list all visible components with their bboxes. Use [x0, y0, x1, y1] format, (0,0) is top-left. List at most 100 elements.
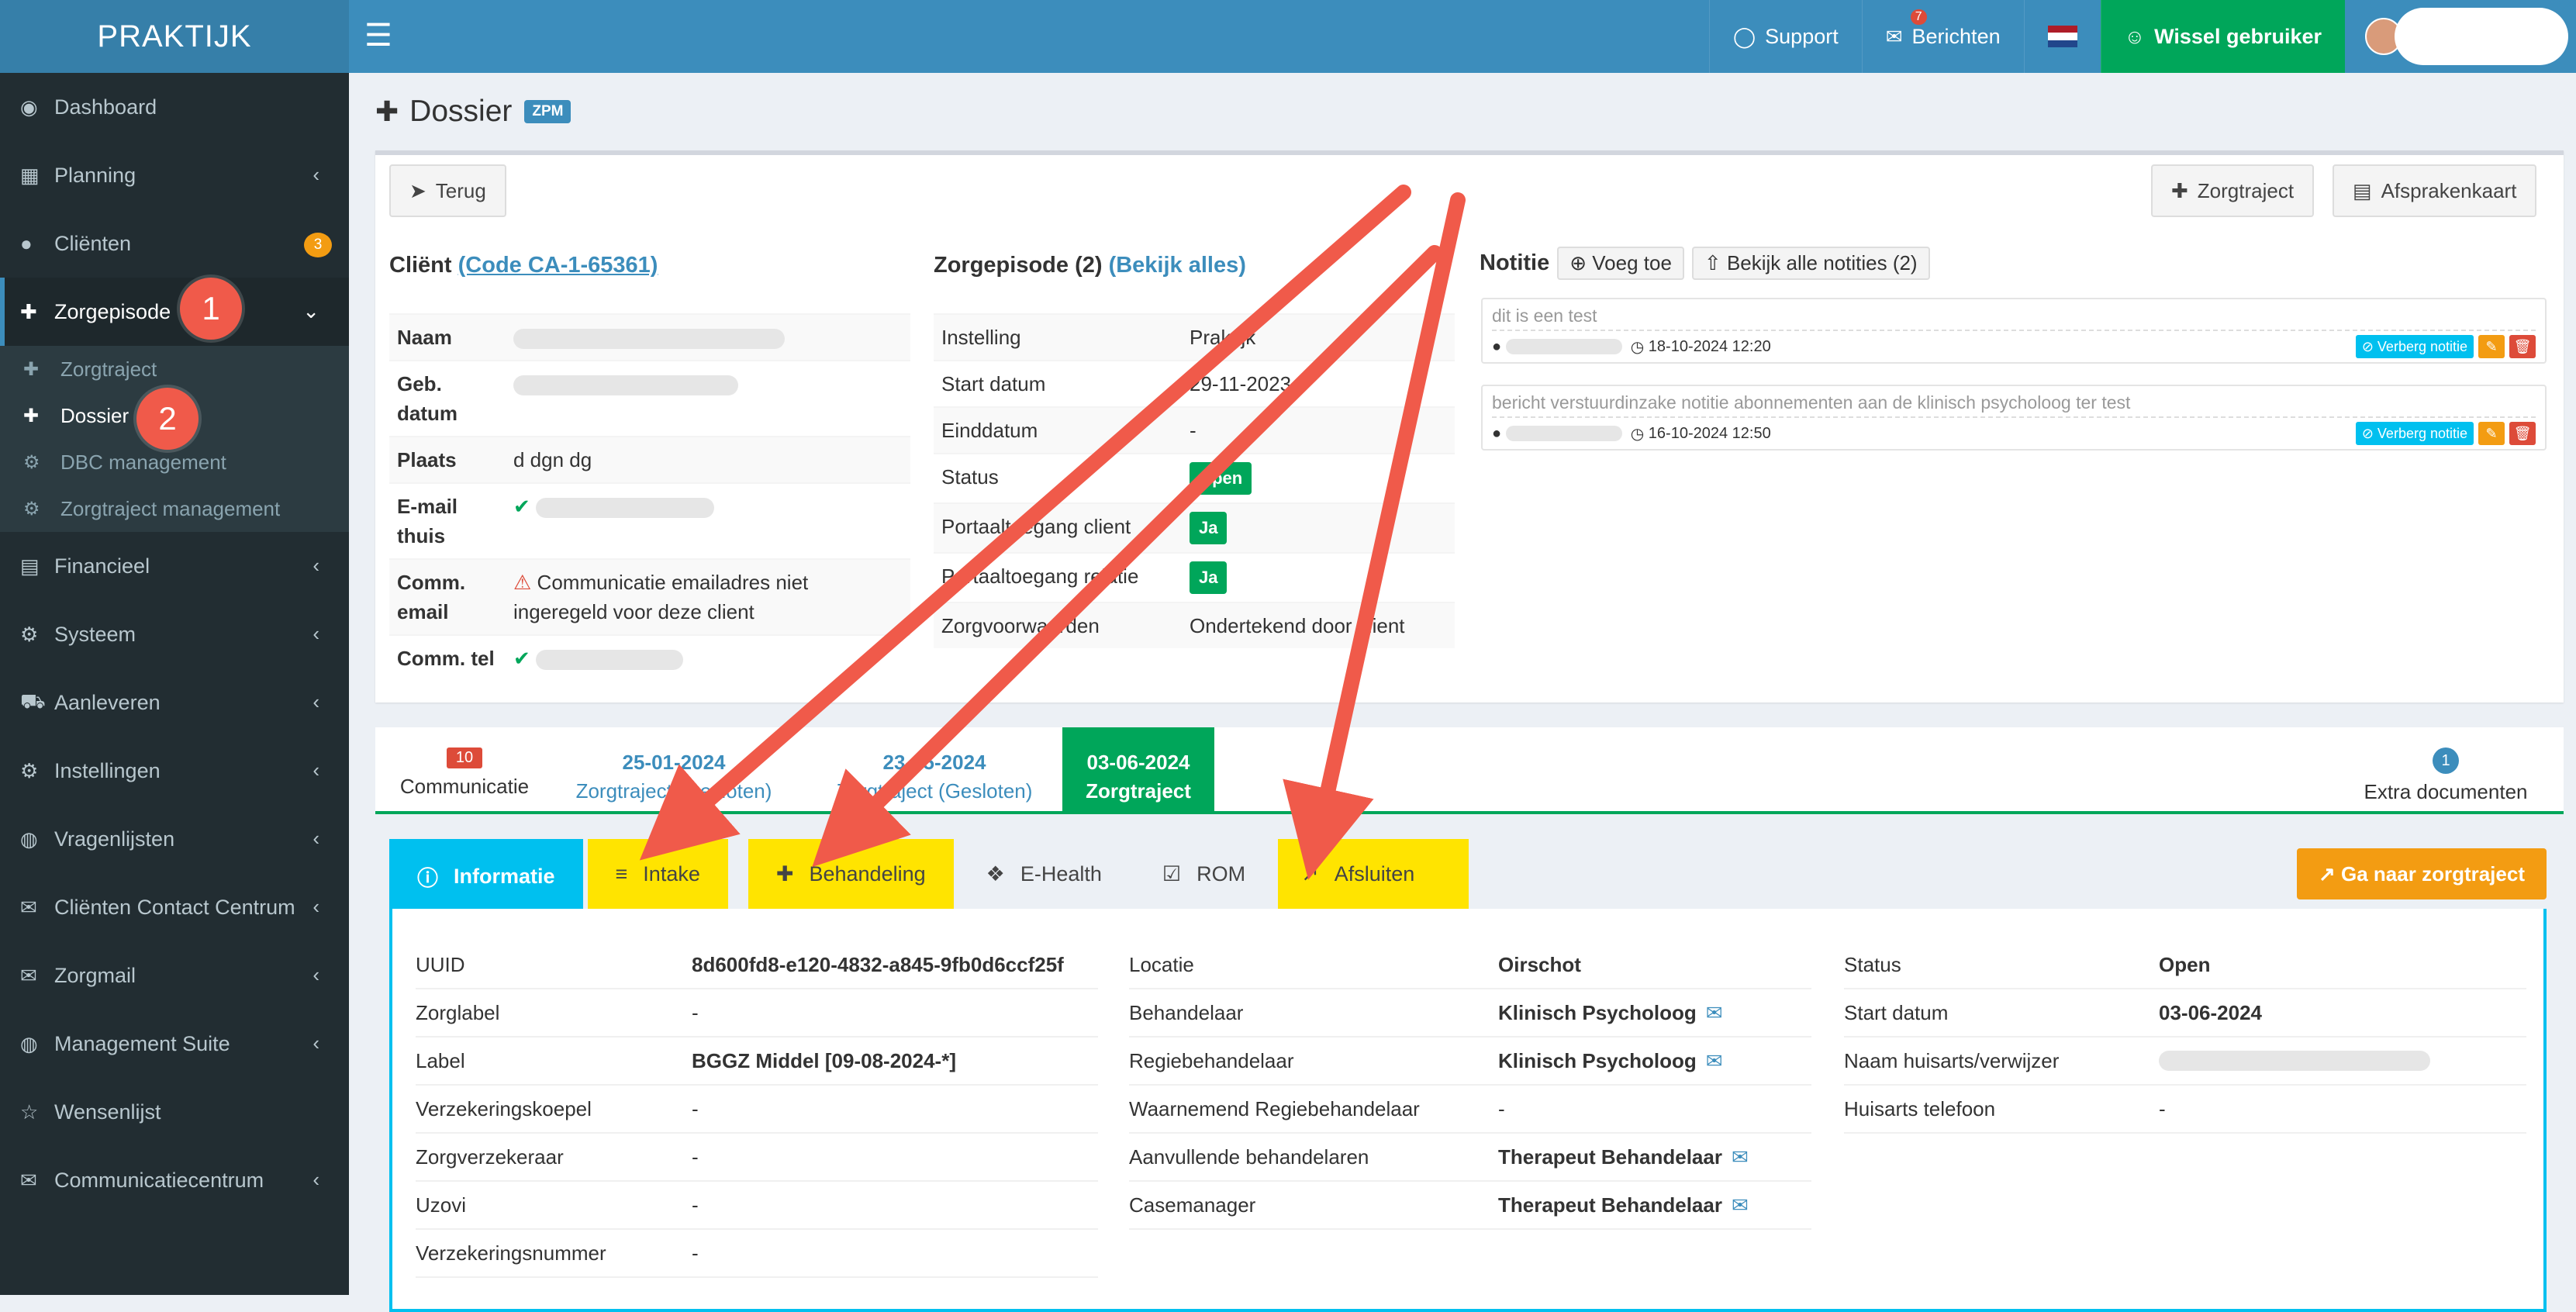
episode-view-all-link[interactable]: (Bekijk alles): [1109, 253, 1246, 278]
back-label: Terug: [435, 178, 486, 202]
add-note-button[interactable]: ⊕ Voeg toe: [1557, 247, 1684, 280]
sidebar: ◉ Dashboard ▦ Planning ‹ ● Cliënten 3 ✚ Zorgep…: [0, 73, 349, 1295]
delete-note-icon[interactable]: 🗑: [2509, 335, 2536, 358]
sidebar-item-label: Wensenlijst: [54, 1100, 161, 1124]
row-value: 29-11-2023: [1190, 372, 1292, 395]
sidebar-item-zorgmail[interactable]: ✉ Zorgmail ‹: [0, 941, 349, 1010]
language-selector[interactable]: [2023, 0, 2101, 73]
chevron-left-icon: ‹: [313, 963, 319, 986]
afsprakenkaart-button[interactable]: ▤ Afsprakenkaart: [2333, 164, 2537, 217]
episode-title-text: Zorgepisode (2): [934, 253, 1103, 278]
delete-note-icon[interactable]: 🗑: [2509, 422, 2536, 445]
menu-toggle-icon[interactable]: ☰: [364, 17, 392, 54]
envelope-icon: ✉: [1885, 24, 1903, 48]
tab-intake[interactable]: ≡ Intake: [587, 839, 728, 909]
view-all-notes-button[interactable]: ⇧ Bekijk alle notities (2): [1691, 247, 1930, 280]
sidebar-item-wensenlijst[interactable]: ☆ Wensenlijst: [0, 1078, 349, 1146]
info-row: Verzekeringsnummer -: [416, 1230, 1098, 1278]
tab-label: Informatie: [454, 864, 555, 888]
sidebar-item-clienten[interactable]: ● Cliënten 3: [0, 209, 349, 278]
tab-informatie[interactable]: ⓘ Informatie: [389, 839, 583, 909]
calendar-icon: ▦: [20, 163, 40, 187]
sidebar-subitem-zorgtraject[interactable]: ✚ Zorgtraject: [0, 346, 349, 392]
zorgtraject-button[interactable]: ✚ Zorgtraject: [2151, 164, 2315, 217]
tab-label: Communicatie: [399, 775, 530, 798]
edit-note-icon[interactable]: ✎: [2478, 335, 2505, 358]
clock-icon: ◷: [1630, 338, 1645, 356]
row-value: Praktijk: [1190, 326, 1256, 349]
tab-zorgtraject-2024-05-23[interactable]: 23-05-2024 Zorgtraject (Gesloten): [830, 727, 1039, 814]
info-row: Start datum 03-06-2024: [1844, 989, 2526, 1038]
note-text: bericht verstuurdinzake notitie abonneme…: [1492, 392, 2131, 413]
envelope-icon[interactable]: ✉: [1706, 1001, 1723, 1025]
table-row: Plaats d dgn dg: [389, 436, 910, 482]
sidebar-item-instellingen[interactable]: ⚙ Instellingen ‹: [0, 737, 349, 805]
sidebar-item-financieel[interactable]: ▤ Financieel ‹: [0, 532, 349, 600]
info-value: -: [692, 1241, 699, 1265]
info-row: Casemanager Therapeut Behandelaar ✉: [1129, 1182, 1811, 1230]
go-to-zorgtraject-button[interactable]: ↗ Ga naar zorgtraject: [2297, 848, 2547, 899]
info-key: Waarnemend Regiebehandelaar: [1129, 1096, 1420, 1120]
user-icon: ●: [20, 231, 33, 255]
view-all-notes-label: Bekijk alle notities (2): [1726, 251, 1918, 274]
tab-behandeling[interactable]: ✚ Behandeling: [748, 839, 954, 909]
client-code-link[interactable]: (Code CA-1-65361): [458, 253, 658, 278]
sidebar-item-label: Systeem: [54, 622, 136, 646]
tab-rom[interactable]: ☑ ROM: [1134, 839, 1273, 909]
info-row: Huisarts telefoon -: [1844, 1086, 2526, 1134]
berichten-link[interactable]: ✉ 7 Berichten: [1861, 0, 2024, 73]
support-link[interactable]: ◯ Support: [1709, 0, 1862, 73]
hide-note-button[interactable]: ⊘ Verberg notitie: [2355, 422, 2474, 445]
info-row: Verzekeringskoepel -: [416, 1086, 1098, 1134]
edit-note-icon[interactable]: ✎: [2478, 422, 2505, 445]
switch-user-label: Wissel gebruiker: [2154, 24, 2322, 48]
info-row: Zorgverzekeraar -: [416, 1134, 1098, 1182]
add-note-label: Voeg toe: [1592, 251, 1672, 274]
switch-user-button[interactable]: ☺ Wissel gebruiker: [2100, 0, 2345, 73]
table-row: Einddatum -: [934, 406, 1455, 453]
sidebar-item-management-suite[interactable]: ◍ Management Suite ‹: [0, 1010, 349, 1078]
sidebar-item-label: Management Suite: [54, 1031, 230, 1055]
dutch-flag-icon: [2047, 26, 2077, 47]
row-key: Comm. email: [397, 571, 466, 623]
top-nav-right: ◯ Support ✉ 7 Berichten ☺ Wissel gebruiker: [1709, 0, 2576, 73]
chevron-left-icon: ‹: [313, 758, 319, 782]
sidebar-item-communicatiecentrum[interactable]: ✉ Communicatiecentrum ‹: [0, 1146, 349, 1214]
sidebar-item-systeem[interactable]: ⚙ Systeem ‹: [0, 600, 349, 668]
sidebar-item-clienten-contact-centrum[interactable]: ✉ Cliënten Contact Centrum ‹: [0, 873, 349, 941]
envelope-icon[interactable]: ✉: [1706, 1049, 1723, 1073]
info-key: Behandelaar: [1129, 1000, 1244, 1024]
tab-zorgtraject-2024-06-03[interactable]: 03-06-2024 Zorgtraject: [1062, 727, 1214, 814]
row-key: Status: [941, 465, 999, 489]
tab-communicatie[interactable]: 10 Communicatie: [375, 727, 554, 814]
globe-icon: ◍: [20, 827, 38, 851]
sidebar-subitem-zorgtraject-management[interactable]: ⚙ Zorgtraject management: [0, 485, 349, 532]
info-row: Zorglabel -: [416, 989, 1098, 1038]
sidebar-item-aanleveren[interactable]: ⛟ Aanleveren ‹: [0, 668, 349, 737]
back-button[interactable]: ➤ Terug: [389, 164, 506, 217]
tab-afsluiten[interactable]: ↗ Afsluiten: [1278, 839, 1469, 909]
user-menu[interactable]: [2345, 0, 2576, 73]
envelope-icon[interactable]: ✉: [1732, 1145, 1749, 1169]
tab-e-health[interactable]: ❖ E-Health: [958, 839, 1130, 909]
logo[interactable]: PRAKTIJK: [0, 0, 349, 73]
hide-note-button[interactable]: ⊘ Verberg notitie: [2355, 335, 2474, 358]
sidebar-item-zorgepisode[interactable]: ✚ Zorgepisode ⌄: [0, 278, 349, 346]
sidebar-item-vragenlijsten[interactable]: ◍ Vragenlijsten ‹: [0, 805, 349, 873]
extra-documents-count-badge: 1: [2433, 747, 2459, 774]
envelope-icon: ✉: [20, 963, 37, 987]
info-row: Status Open: [1844, 941, 2526, 989]
info-value: -: [692, 1145, 699, 1169]
tab-extra-documenten[interactable]: 1 Extra documenten: [2345, 727, 2547, 814]
sidebar-item-planning[interactable]: ▦ Planning ‹: [0, 141, 349, 209]
redacted-author: [1505, 339, 1622, 354]
tab-zorgtraject-2024-01-25[interactable]: 25-01-2024 Zorgtraject (Gesloten): [569, 727, 779, 814]
sidebar-item-label: Communicatiecentrum: [54, 1168, 264, 1192]
info-value: 03-06-2024: [2159, 1000, 2262, 1024]
info-key: Verzekeringsnummer: [416, 1241, 606, 1265]
chevron-left-icon: ‹: [313, 622, 319, 645]
table-row: Geb. datum: [389, 360, 910, 436]
user-name-redacted: [2395, 8, 2568, 65]
sidebar-item-dashboard[interactable]: ◉ Dashboard: [0, 73, 349, 141]
envelope-icon[interactable]: ✉: [1732, 1193, 1749, 1217]
